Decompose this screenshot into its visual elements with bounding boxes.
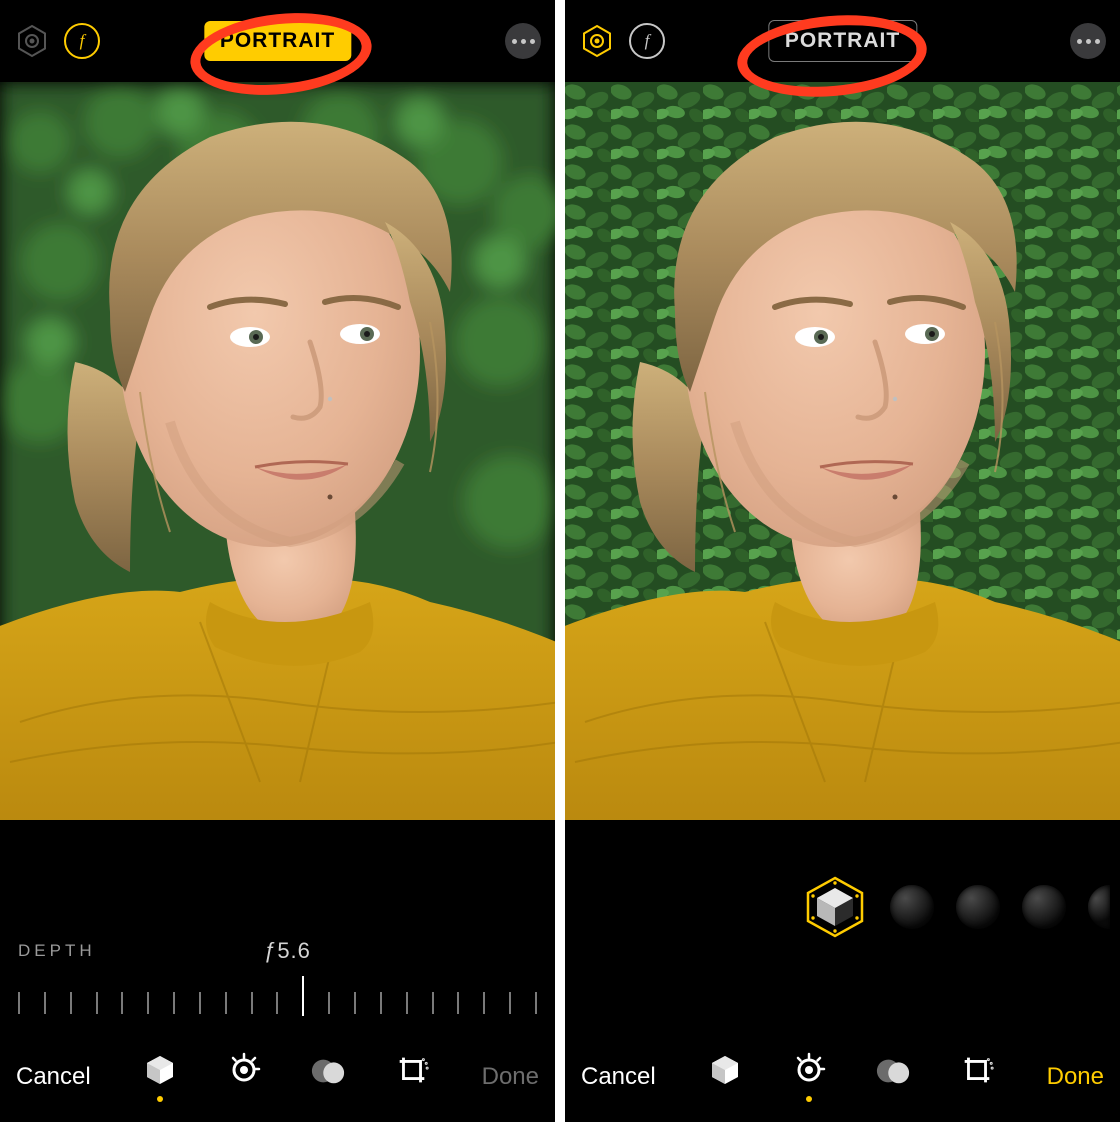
ruler-tick [406, 992, 408, 1014]
depth-readout: DEPTH ƒ5.6 [0, 924, 555, 972]
lighting-option-stage[interactable] [1022, 885, 1066, 929]
crop-rotate-icon [394, 1052, 430, 1088]
lighting-option-stage-mono[interactable] [1088, 885, 1110, 929]
ruler-tick [70, 992, 72, 1014]
lighting-option-studio[interactable] [890, 885, 934, 929]
ruler-tick [354, 992, 356, 1014]
top-left-icon-group: f [579, 23, 665, 59]
adjust-dial-icon [226, 1052, 262, 1088]
tab-filters[interactable] [875, 1052, 911, 1102]
cancel-button[interactable]: Cancel [581, 1063, 656, 1091]
depth-value: ƒ5.6 [128, 938, 447, 964]
more-horizontal-icon [512, 39, 517, 44]
filters-overlap-icon [875, 1052, 911, 1088]
bottom-tabbar: Cancel [0, 1032, 555, 1122]
more-button[interactable] [1070, 23, 1106, 59]
tab-portrait[interactable] [707, 1052, 743, 1102]
tab-crop[interactable] [959, 1052, 995, 1102]
live-photo-icon[interactable] [579, 23, 615, 59]
live-photo-icon[interactable] [14, 23, 50, 59]
aperture-f-icon[interactable]: f [64, 23, 100, 59]
done-button[interactable]: Done [1047, 1063, 1104, 1091]
cube-icon [707, 1052, 743, 1088]
ruler-tick [432, 992, 434, 1014]
lighting-option-contour[interactable] [956, 885, 1000, 929]
photo-preview[interactable] [565, 82, 1120, 820]
ruler-tick [457, 992, 459, 1014]
crop-rotate-icon [959, 1052, 995, 1088]
aperture-f-icon[interactable]: f [629, 23, 665, 59]
adjust-dial-icon [791, 1052, 827, 1088]
ruler-tick [483, 992, 485, 1014]
ruler-tick [199, 992, 201, 1014]
edit-mode-tabs [91, 1052, 482, 1102]
ruler-tick [535, 992, 537, 1014]
tab-portrait[interactable] [142, 1052, 178, 1102]
cancel-button[interactable]: Cancel [16, 1063, 91, 1091]
bottom-tabbar: Cancel [565, 1032, 1120, 1122]
ruler-tick [276, 992, 278, 1014]
portrait-mode-badge[interactable]: PORTRAIT [204, 21, 351, 61]
portrait-mode-badge[interactable]: PORTRAIT [768, 20, 917, 62]
ruler-marker[interactable] [302, 976, 304, 1016]
photo-preview[interactable] [0, 82, 555, 820]
edit-mode-tabs [656, 1052, 1047, 1102]
tab-adjust[interactable] [791, 1052, 827, 1102]
active-tab-dot [157, 1096, 163, 1102]
bottom-controls: DEPTH ƒ5.6 Cancel [0, 820, 555, 1122]
depth-slider[interactable] [0, 972, 555, 1032]
ruler-tick [328, 992, 330, 1014]
top-left-icon-group: f [14, 23, 100, 59]
ruler-tick [173, 992, 175, 1014]
editor-pane-left: f PORTRAIT [0, 0, 555, 1122]
bottom-controls: Cancel [565, 820, 1120, 1122]
ruler-tick [18, 992, 20, 1014]
cube-icon [142, 1052, 178, 1088]
ruler-tick [121, 992, 123, 1014]
more-horizontal-icon [1077, 39, 1082, 44]
top-toolbar: f PORTRAIT [0, 0, 555, 82]
ruler-tick [509, 992, 511, 1014]
spacer [565, 972, 1120, 1032]
done-button[interactable]: Done [482, 1063, 539, 1091]
filters-overlap-icon [310, 1052, 346, 1088]
ruler-tick [96, 992, 98, 1014]
ruler-tick [251, 992, 253, 1014]
tab-adjust[interactable] [226, 1052, 262, 1102]
editor-pane-right: f PORTRAIT [565, 0, 1120, 1122]
active-tab-dot [806, 1096, 812, 1102]
tab-crop[interactable] [394, 1052, 430, 1102]
ruler-tick [225, 992, 227, 1014]
tab-filters[interactable] [310, 1052, 346, 1102]
top-toolbar: f PORTRAIT [565, 0, 1120, 82]
more-button[interactable] [505, 23, 541, 59]
ruler-tick [147, 992, 149, 1014]
lighting-option-natural[interactable] [802, 874, 868, 940]
ruler-tick [380, 992, 382, 1014]
portrait-lighting-picker[interactable] [565, 852, 1120, 972]
ruler-tick [44, 992, 46, 1014]
